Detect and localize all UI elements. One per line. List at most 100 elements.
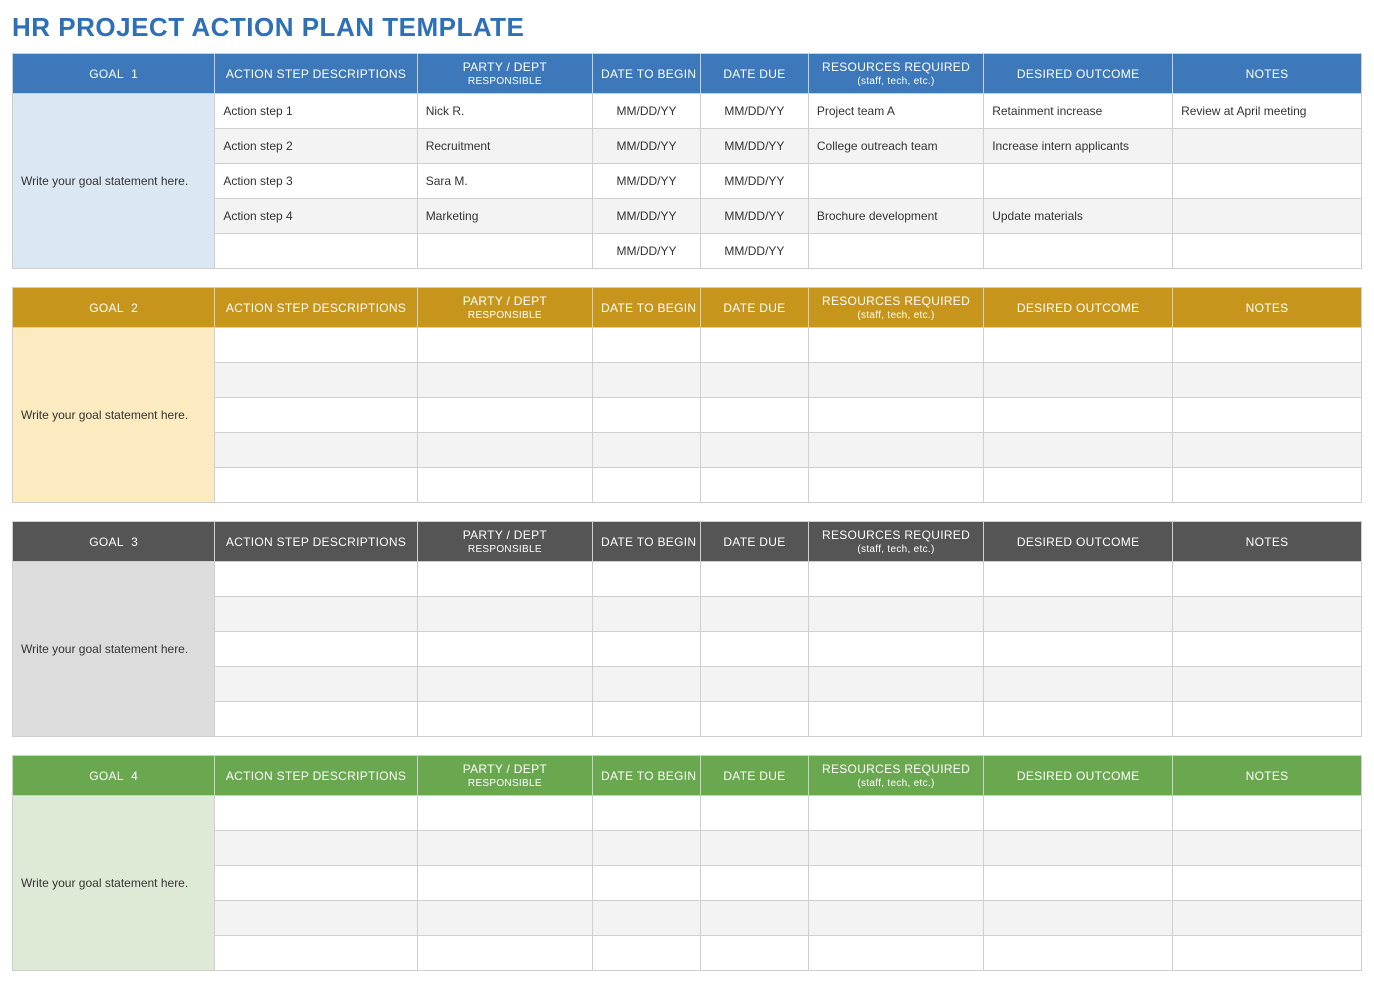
cell-outcome[interactable] [984,796,1173,831]
cell-outcome[interactable] [984,831,1173,866]
cell-action[interactable] [215,468,417,503]
cell-resources[interactable]: Project team A [808,94,983,129]
cell-party[interactable] [417,702,592,737]
cell-outcome[interactable] [984,234,1173,269]
cell-outcome[interactable] [984,468,1173,503]
cell-party[interactable] [417,796,592,831]
cell-outcome[interactable]: Increase intern applicants [984,129,1173,164]
cell-begin[interactable] [593,632,701,667]
cell-party[interactable]: Nick R. [417,94,592,129]
cell-action[interactable] [215,702,417,737]
cell-outcome[interactable] [984,328,1173,363]
cell-notes[interactable] [1173,667,1362,702]
cell-due[interactable]: MM/DD/YY [700,199,808,234]
cell-action[interactable] [215,597,417,632]
cell-party[interactable] [417,398,592,433]
cell-begin[interactable] [593,398,701,433]
cell-begin[interactable] [593,597,701,632]
cell-party[interactable] [417,363,592,398]
cell-resources[interactable] [808,363,983,398]
cell-due[interactable] [700,398,808,433]
goal-statement-cell[interactable]: Write your goal statement here. [13,796,215,971]
cell-resources[interactable] [808,667,983,702]
cell-action[interactable] [215,234,417,269]
cell-resources[interactable] [808,164,983,199]
cell-begin[interactable] [593,433,701,468]
cell-begin[interactable]: MM/DD/YY [593,199,701,234]
cell-begin[interactable] [593,936,701,971]
cell-action[interactable] [215,433,417,468]
cell-due[interactable]: MM/DD/YY [700,94,808,129]
cell-resources[interactable] [808,866,983,901]
cell-resources[interactable] [808,901,983,936]
goal-statement-cell[interactable]: Write your goal statement here. [13,328,215,503]
cell-resources[interactable] [808,433,983,468]
cell-notes[interactable] [1173,164,1362,199]
cell-notes[interactable] [1173,796,1362,831]
cell-action[interactable]: Action step 2 [215,129,417,164]
cell-party[interactable] [417,936,592,971]
cell-notes[interactable] [1173,433,1362,468]
cell-begin[interactable] [593,328,701,363]
cell-due[interactable] [700,866,808,901]
cell-notes[interactable] [1173,199,1362,234]
cell-outcome[interactable] [984,632,1173,667]
cell-resources[interactable] [808,936,983,971]
cell-notes[interactable] [1173,562,1362,597]
cell-notes[interactable] [1173,901,1362,936]
cell-resources[interactable] [808,234,983,269]
cell-due[interactable] [700,901,808,936]
cell-resources[interactable] [808,562,983,597]
cell-party[interactable] [417,562,592,597]
cell-begin[interactable]: MM/DD/YY [593,129,701,164]
cell-notes[interactable] [1173,328,1362,363]
cell-notes[interactable] [1173,831,1362,866]
cell-action[interactable] [215,667,417,702]
cell-due[interactable] [700,796,808,831]
cell-notes[interactable] [1173,866,1362,901]
cell-begin[interactable] [593,796,701,831]
cell-resources[interactable]: Brochure development [808,199,983,234]
cell-resources[interactable] [808,632,983,667]
cell-resources[interactable] [808,702,983,737]
cell-party[interactable] [417,234,592,269]
cell-begin[interactable] [593,831,701,866]
cell-notes[interactable] [1173,597,1362,632]
cell-notes[interactable] [1173,363,1362,398]
cell-action[interactable] [215,831,417,866]
cell-party[interactable] [417,433,592,468]
cell-action[interactable] [215,328,417,363]
cell-due[interactable] [700,363,808,398]
cell-outcome[interactable] [984,866,1173,901]
cell-due[interactable]: MM/DD/YY [700,129,808,164]
cell-due[interactable] [700,936,808,971]
cell-party[interactable] [417,831,592,866]
cell-resources[interactable] [808,398,983,433]
cell-action[interactable] [215,562,417,597]
cell-resources[interactable] [808,597,983,632]
cell-due[interactable] [700,468,808,503]
cell-action[interactable]: Action step 4 [215,199,417,234]
cell-due[interactable] [700,831,808,866]
cell-outcome[interactable] [984,562,1173,597]
cell-begin[interactable] [593,468,701,503]
cell-notes[interactable] [1173,468,1362,503]
cell-notes[interactable] [1173,234,1362,269]
cell-notes[interactable] [1173,702,1362,737]
cell-resources[interactable]: College outreach team [808,129,983,164]
cell-party[interactable]: Marketing [417,199,592,234]
cell-outcome[interactable] [984,667,1173,702]
cell-notes[interactable] [1173,398,1362,433]
cell-action[interactable] [215,901,417,936]
cell-resources[interactable] [808,796,983,831]
cell-action[interactable] [215,363,417,398]
cell-outcome[interactable] [984,597,1173,632]
cell-resources[interactable] [808,831,983,866]
cell-outcome[interactable]: Retainment increase [984,94,1173,129]
cell-party[interactable] [417,667,592,702]
cell-action[interactable] [215,632,417,667]
cell-resources[interactable] [808,468,983,503]
cell-outcome[interactable] [984,433,1173,468]
cell-due[interactable] [700,597,808,632]
cell-due[interactable] [700,632,808,667]
